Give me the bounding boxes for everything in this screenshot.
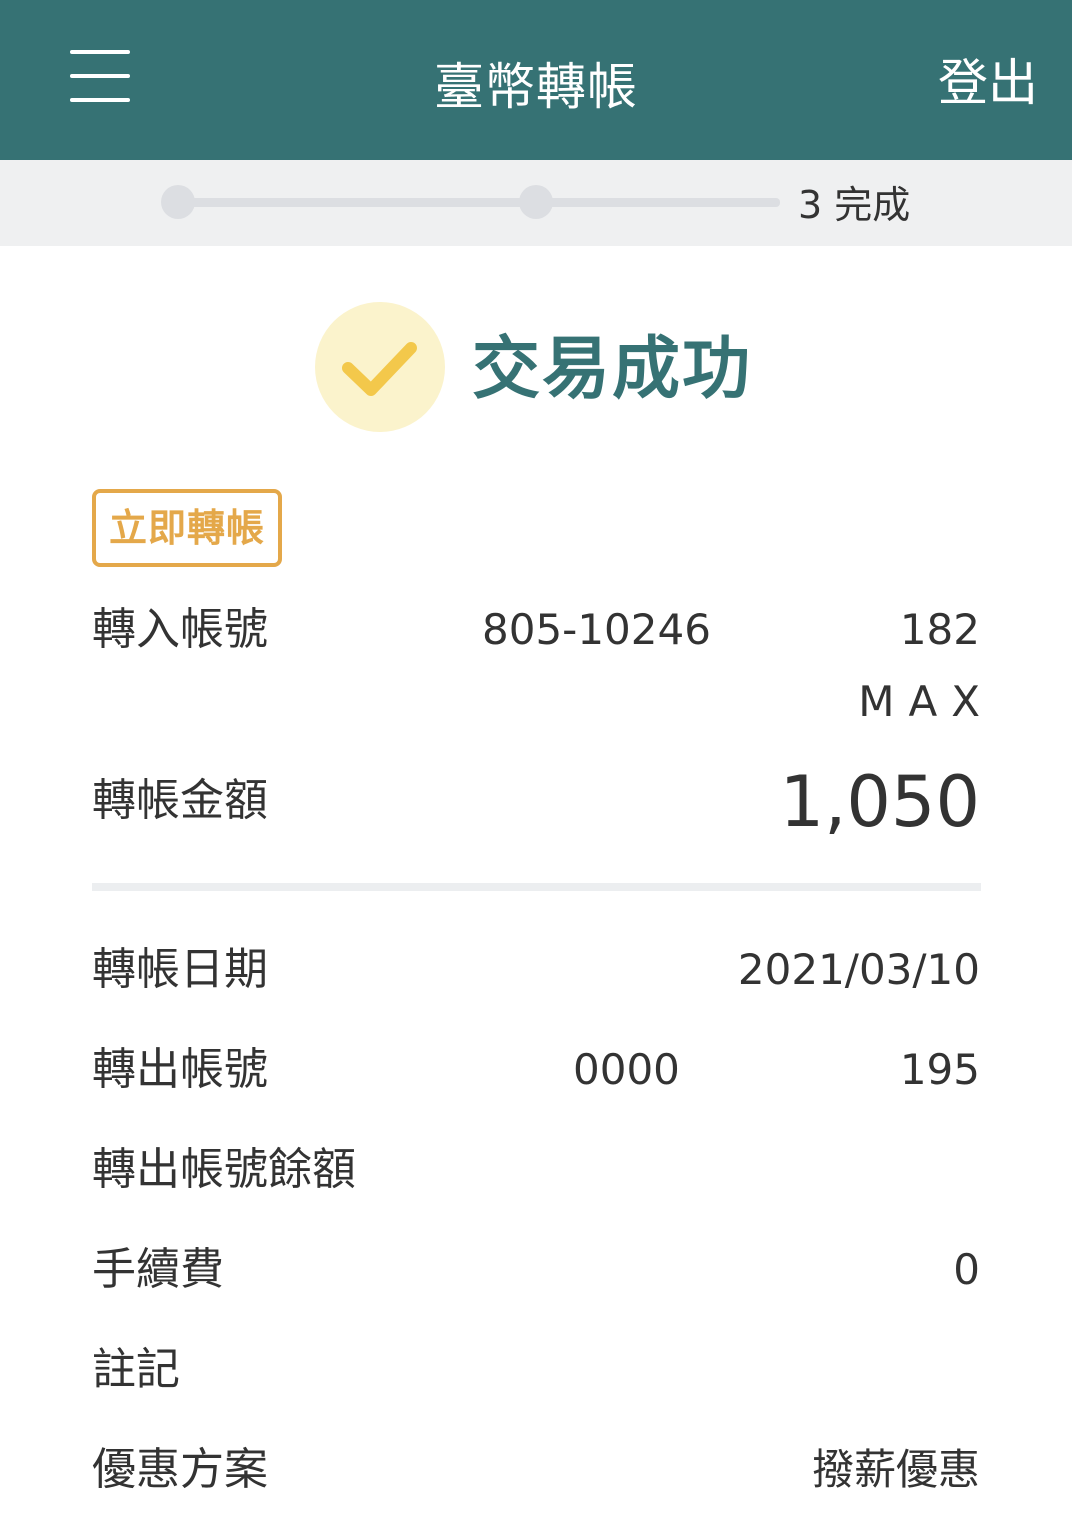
logout-button[interactable]: 登出 — [938, 52, 1038, 114]
transfer-in-account-name: MAX — [858, 677, 994, 726]
page-title: 臺幣轉帳 — [434, 58, 638, 116]
checkmark-icon — [342, 342, 417, 396]
transaction-status: 交易成功 — [472, 330, 753, 409]
promo-label: 優惠方案 — [92, 1444, 268, 1495]
amount-value: 1,050 — [779, 761, 980, 843]
date-label: 轉帳日期 — [92, 944, 268, 995]
transfer-in-account-part2: 182 — [899, 605, 980, 654]
menu-bar — [70, 50, 130, 54]
transfer-type-badge: 立即轉帳 — [92, 489, 282, 567]
transfer-in-label: 轉入帳號 — [92, 604, 268, 655]
memo-label: 註記 — [92, 1344, 180, 1395]
balance-label: 轉出帳號餘額 — [92, 1144, 356, 1195]
date-value: 2021/03/10 — [737, 945, 980, 994]
transfer-out-account-part2: 195 — [899, 1045, 980, 1094]
transfer-in-account-part1: 805-10246 — [482, 605, 711, 654]
step-3-label: 3 完成 — [798, 183, 911, 227]
fee-label: 手續費 — [92, 1244, 224, 1295]
step-1-dot — [161, 185, 195, 219]
fee-value: 0 — [953, 1245, 980, 1294]
step-2-dot — [519, 185, 553, 219]
transfer-out-label: 轉出帳號 — [92, 1044, 268, 1095]
success-check-icon — [315, 302, 445, 432]
promo-value: 撥薪優惠 — [811, 1445, 980, 1494]
app-header: 臺幣轉帳 登出 — [0, 0, 1072, 160]
amount-label: 轉帳金額 — [92, 775, 268, 826]
section-divider — [92, 883, 981, 891]
step-progress-line — [178, 198, 780, 207]
transfer-out-account-part1: 0000 — [573, 1045, 680, 1094]
